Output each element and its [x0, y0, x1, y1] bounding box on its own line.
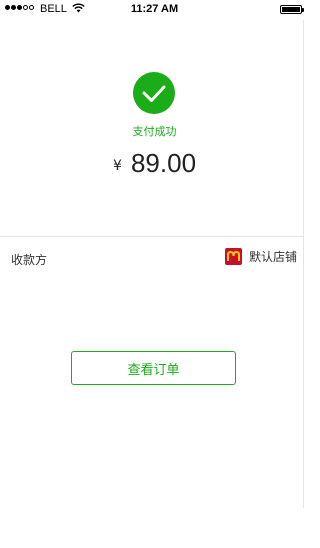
status-time: 11:27 AM [130, 3, 179, 15]
payment-status-text: 支付成功 [132, 125, 177, 138]
merchant-logo-icon [224, 248, 242, 265]
amount-value: 89.00 [130, 148, 197, 178]
payment-amount: ¥ 89.00 [0, 148, 309, 179]
merchant-info: 默认店铺 [224, 248, 297, 265]
battery-full-icon [280, 5, 304, 14]
merchant-name: 默认店铺 [248, 250, 297, 264]
payee-label: 收款方 [11, 253, 48, 267]
checkmark-circle-icon [133, 72, 175, 114]
divider [0, 236, 303, 237]
status-bar: BELL 11:27 AM [0, 0, 309, 20]
divider [303, 20, 304, 508]
currency-symbol: ¥ [112, 158, 122, 174]
view-order-button[interactable]: 查看订单 [71, 351, 236, 385]
